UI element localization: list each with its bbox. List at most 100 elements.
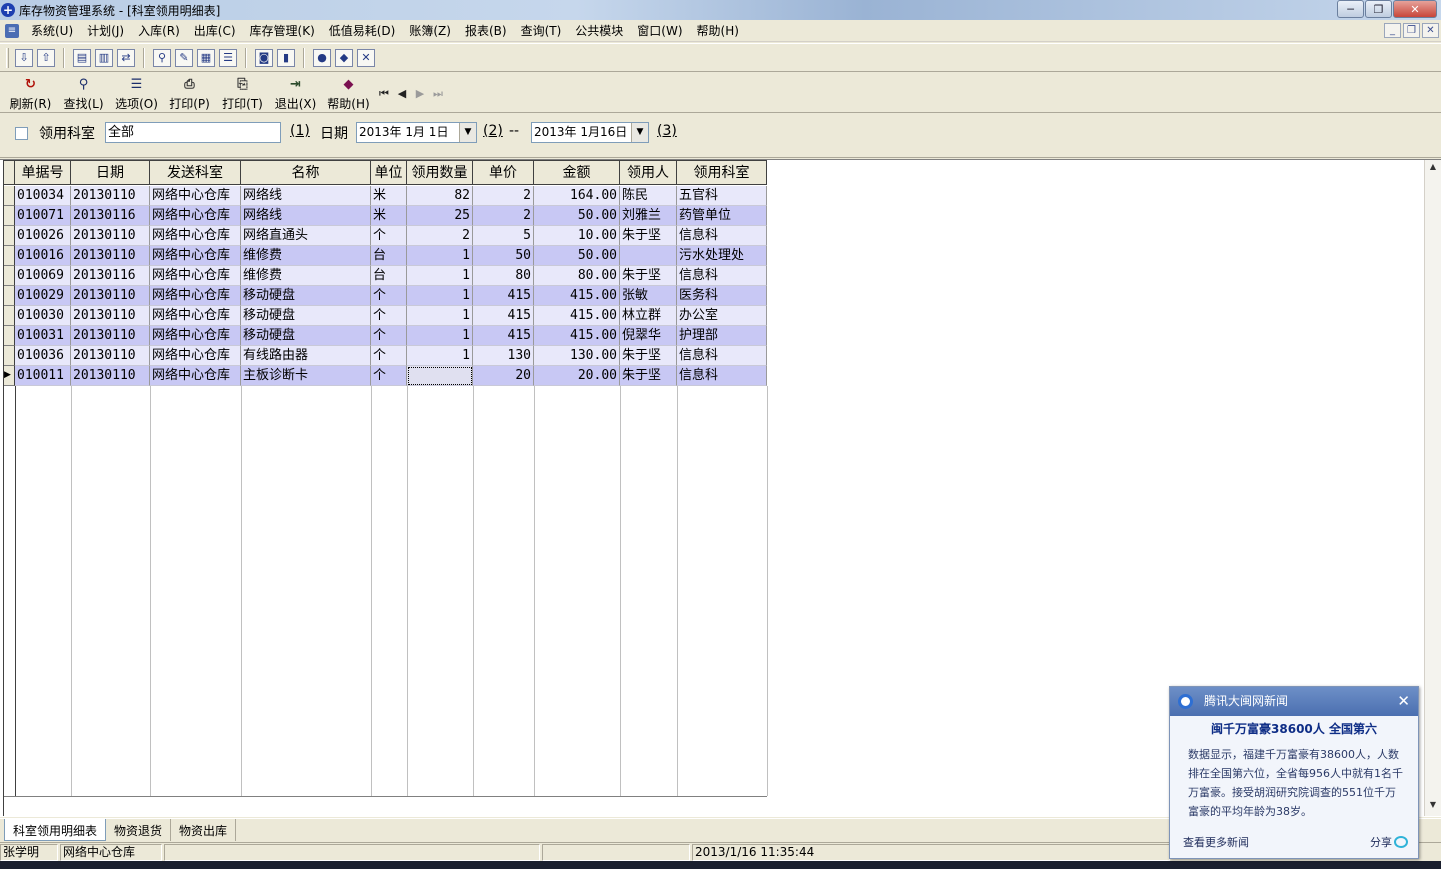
table-cell[interactable]: 污水处理处 — [677, 246, 767, 266]
find-button[interactable]: ⚲ 查找(L) — [57, 77, 110, 112]
table-cell[interactable]: 个 — [371, 346, 407, 366]
date-from-picker[interactable]: 2013年 1月 1日 ▼ — [356, 122, 477, 143]
table-cell[interactable]: 20130110 — [71, 226, 150, 246]
table-cell[interactable]: 网络中心仓库 — [150, 366, 241, 386]
table-cell[interactable]: 陈民 — [620, 186, 677, 206]
table-cell[interactable]: 信息科 — [677, 226, 767, 246]
tab-returns[interactable]: 物资退货 — [106, 819, 172, 841]
prev-record-icon[interactable]: ◀ — [393, 85, 411, 103]
camera-icon[interactable]: ◙ — [255, 48, 273, 67]
column-header[interactable]: 单据号 — [15, 160, 71, 185]
table-row[interactable]: 010026 20130110 网络中心仓库 网络直通头个 2 5 10.00 朱于坚 信息科 — [15, 226, 767, 246]
table-cell[interactable]: 护理部 — [677, 326, 767, 346]
table-cell[interactable]: 130.00 — [534, 346, 620, 366]
table-cell[interactable]: 20130116 — [71, 206, 150, 226]
tab-dept-usage[interactable]: 科室领用明细表 — [4, 819, 107, 841]
table-cell[interactable]: 米 — [371, 206, 407, 226]
table-cell[interactable]: 010026 — [15, 226, 71, 246]
table-cell[interactable]: 010034 — [15, 186, 71, 206]
menu-plan[interactable]: 计划(J) — [80, 22, 131, 40]
mdi-system-icon[interactable]: ≡ — [5, 23, 19, 38]
column-header[interactable]: 领用人 — [620, 160, 677, 185]
table-cell[interactable]: 林立群 — [620, 306, 677, 326]
first-record-icon[interactable]: ⏮ — [375, 85, 393, 103]
table-cell[interactable]: 80.00 — [534, 266, 620, 286]
table-cell[interactable]: 80 — [473, 266, 534, 286]
scroll-down-icon[interactable]: ▼ — [1427, 800, 1439, 814]
more-news-link[interactable]: 查看更多新闻 — [1183, 834, 1249, 850]
transfer-icon[interactable]: ⇄ — [117, 48, 135, 67]
popup-headline[interactable]: 闽千万富豪38600人 全国第六 — [1170, 720, 1418, 737]
table-cell[interactable]: 医务科 — [677, 286, 767, 306]
table-cell[interactable]: 164.00 — [534, 186, 620, 206]
book-icon[interactable]: ◆ — [335, 48, 353, 67]
exit-button[interactable]: ⇥ 退出(X) — [269, 77, 322, 112]
next-record-icon[interactable]: ▶ — [411, 85, 429, 103]
table-cell[interactable]: 20130110 — [71, 186, 150, 206]
table-row[interactable]: 010029 20130110 网络中心仓库 移动硬盘个 1 415 415.00 张敏 医务科 — [15, 286, 767, 306]
table-cell[interactable]: 010030 — [15, 306, 71, 326]
table-cell[interactable]: 82 — [407, 186, 473, 206]
table-row[interactable]: 010036 20130110 网络中心仓库 有线路由器个 1 130 130.00 朱于坚信… — [15, 346, 767, 366]
menu-consumables[interactable]: 低值易耗(D) — [322, 22, 403, 40]
table-row[interactable]: 010069 20130116 网络中心仓库 维修费台 1 80 80.00 朱于坚 信息科 — [15, 266, 767, 286]
table-cell[interactable]: 台 — [371, 246, 407, 266]
mdi-close-button[interactable]: ✕ — [1422, 23, 1439, 38]
date-to-picker[interactable]: 2013年 1月16日 ▼ — [531, 122, 649, 143]
export-icon[interactable]: ⇧ — [37, 48, 55, 67]
table-cell[interactable]: 010036 — [15, 346, 71, 366]
dept-input[interactable]: 全部 — [105, 122, 281, 143]
table-cell[interactable]: 415 — [473, 326, 534, 346]
table-cell[interactable]: 五官科 — [677, 186, 767, 206]
table-cell[interactable]: 有线路由器 — [241, 346, 371, 366]
table-cell[interactable]: 25 — [407, 206, 473, 226]
table-row[interactable]: 010030 20130110 网络中心仓库 移动硬盘个 1 415 415.00 林立群 办公… — [15, 306, 767, 326]
table-cell[interactable]: 办公室 — [677, 306, 767, 326]
table-cell[interactable]: 个 — [371, 306, 407, 326]
excel-icon[interactable]: ✕ — [357, 48, 375, 67]
table-cell[interactable]: 刘雅兰 — [620, 206, 677, 226]
table-cell[interactable]: 倪翠华 — [620, 326, 677, 346]
table-cell[interactable] — [620, 246, 677, 266]
row-indicator[interactable] — [4, 286, 15, 306]
table-cell[interactable]: 2 — [407, 226, 473, 246]
table-cell[interactable]: 5 — [473, 226, 534, 246]
table-cell[interactable]: 信息科 — [677, 266, 767, 286]
menu-help[interactable]: 帮助(H) — [690, 22, 746, 40]
refresh-button[interactable]: ↻ 刷新(R) — [4, 77, 57, 112]
report-icon[interactable]: ▥ — [95, 48, 113, 67]
table-cell[interactable]: 20130110 — [71, 346, 150, 366]
table-cell[interactable]: 个 — [371, 366, 407, 386]
table-cell[interactable]: 010071 — [15, 206, 71, 226]
table-cell[interactable]: 2 — [473, 206, 534, 226]
row-indicator[interactable] — [4, 266, 15, 286]
table-cell[interactable]: 20130116 — [71, 266, 150, 286]
menu-window[interactable]: 窗口(W) — [630, 22, 689, 40]
menu-inventory[interactable]: 库存管理(K) — [243, 22, 322, 40]
document-icon[interactable]: ▤ — [73, 48, 91, 67]
mdi-restore-button[interactable]: ❐ — [1403, 23, 1420, 38]
table-cell[interactable]: 网络中心仓库 — [150, 206, 241, 226]
help-button[interactable]: ◆ 帮助(H) — [322, 77, 375, 112]
table-cell[interactable]: 网络中心仓库 — [150, 246, 241, 266]
row-indicator[interactable] — [4, 186, 15, 206]
column-header[interactable]: 发送科室 — [150, 160, 241, 185]
toolbar-grip[interactable] — [6, 47, 9, 68]
print-preview-button[interactable]: ⎘ 打印(T) — [216, 77, 269, 112]
table-cell[interactable]: 台 — [371, 266, 407, 286]
tab-stock-out[interactable]: 物资出库 — [171, 819, 237, 841]
menu-ledger[interactable]: 账簿(Z) — [402, 22, 458, 40]
column-header[interactable]: 领用数量 — [407, 160, 473, 185]
table-cell[interactable]: 网络中心仓库 — [150, 306, 241, 326]
dept-filter-checkbox[interactable] — [15, 127, 28, 140]
import-icon[interactable]: ⇩ — [15, 48, 33, 67]
table-cell[interactable]: 个 — [371, 286, 407, 306]
chevron-down-icon[interactable]: ▼ — [459, 123, 476, 142]
table-row[interactable]: 010031 20130110 网络中心仓库 移动硬盘个 1 415 415.00 倪翠华 护理… — [15, 326, 767, 346]
table-row[interactable]: 010071 20130116 网络中心仓库 网络线米 25 2 50.00 刘雅兰 药管单位 — [15, 206, 767, 226]
menu-stock-in[interactable]: 入库(R) — [131, 22, 187, 40]
row-indicator[interactable]: ▶ — [4, 366, 15, 386]
table-cell[interactable]: 20130110 — [71, 366, 150, 386]
print-button[interactable]: ⎙ 打印(P) — [163, 77, 216, 112]
menu-reports[interactable]: 报表(B) — [458, 22, 514, 40]
